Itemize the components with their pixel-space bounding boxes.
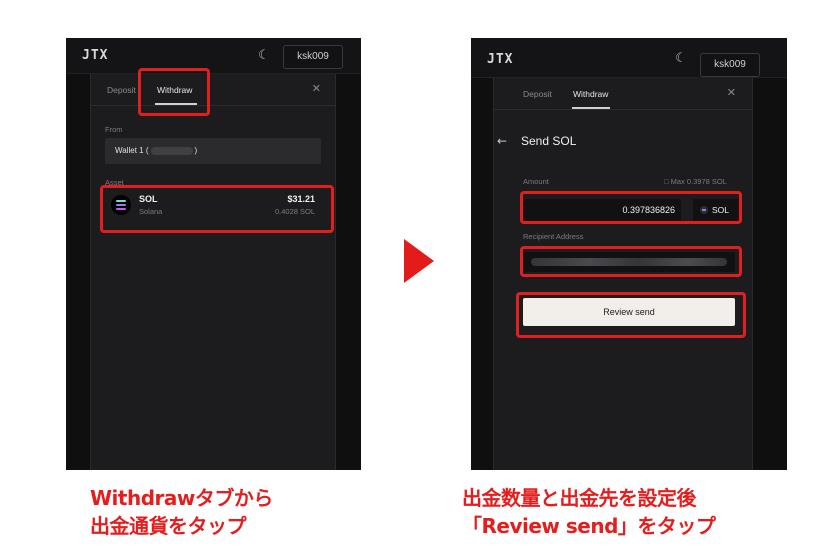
blurred-address — [150, 146, 193, 155]
close-icon[interactable]: ✕ — [727, 86, 736, 99]
amount-label: Amount — [523, 177, 549, 186]
app-logo[interactable]: JTX — [82, 48, 108, 63]
caption-right-line1: 出金数量と出金先を設定後 — [462, 486, 697, 510]
caption-left-line2: 出金通貨をタップ — [90, 514, 246, 538]
highlight-asset-row — [100, 185, 334, 233]
highlight-withdraw-tab — [138, 68, 210, 116]
caption-right: 出金数量と出金先を設定後 「Review send」をタップ — [462, 484, 716, 540]
back-arrow-icon[interactable]: ← — [497, 134, 507, 148]
moon-icon[interactable]: ☾ — [670, 48, 692, 70]
tab-bar: Deposit Withdraw ✕ — [91, 74, 335, 106]
moon-icon[interactable]: ☾ — [253, 45, 275, 67]
user-button[interactable]: ksk009 — [700, 53, 760, 77]
from-label: From — [105, 125, 123, 134]
wallet-icon: □ — [664, 177, 669, 186]
caption-left-line1: Withdrawタブから — [90, 486, 273, 510]
highlight-recipient — [520, 246, 742, 277]
wallet-selector[interactable]: Wallet 1 () — [105, 138, 321, 164]
app-logo[interactable]: JTX — [487, 52, 513, 67]
top-bar: JTX ☾ ksk009 — [471, 38, 787, 78]
user-button[interactable]: ksk009 — [283, 45, 343, 69]
caption-right-line2: 「Review send」をタップ — [462, 514, 716, 538]
right-screen: JTX ☾ ksk009 Deposit Withdraw ✕ ← Send S… — [471, 38, 787, 470]
triangle-right-icon — [404, 239, 434, 283]
highlight-review-button — [516, 292, 746, 338]
page-title: Send SOL — [521, 134, 577, 148]
tab-deposit[interactable]: Deposit — [107, 85, 136, 95]
tab-deposit[interactable]: Deposit — [523, 89, 552, 99]
tab-withdraw[interactable]: Withdraw — [573, 89, 608, 99]
recipient-label: Recipient Address — [523, 232, 584, 241]
tab-bar: Deposit Withdraw ✕ — [494, 78, 752, 110]
wallet-label: Wallet 1 () — [115, 146, 198, 155]
top-bar: JTX ☾ ksk009 — [66, 38, 361, 74]
left-screen: JTX ☾ ksk009 Deposit Withdraw ✕ From Wal… — [66, 38, 361, 470]
active-tab-indicator — [572, 107, 610, 109]
max-amount[interactable]: □ Max 0.3978 SOL — [664, 177, 727, 186]
close-icon[interactable]: ✕ — [312, 82, 321, 95]
withdraw-panel: Deposit Withdraw ✕ From Wallet 1 () Asse… — [90, 74, 336, 470]
highlight-amount — [520, 191, 742, 224]
caption-left: Withdrawタブから 出金通貨をタップ — [90, 484, 273, 540]
